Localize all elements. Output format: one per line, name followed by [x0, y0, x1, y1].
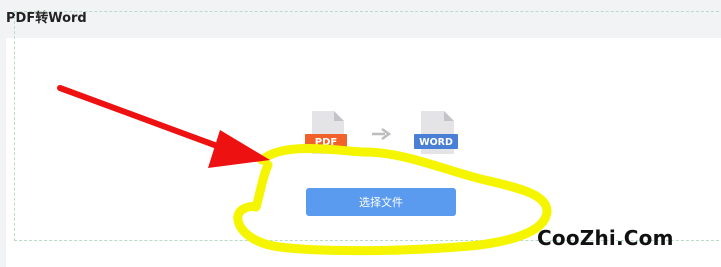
arrow-right-icon — [372, 128, 391, 140]
word-file-icon: WORD — [414, 111, 458, 154]
pdf-format-label: PDF — [315, 137, 337, 148]
watermark: CooZhi.Com — [537, 226, 674, 250]
pdf-file-icon: PDF — [305, 111, 347, 154]
word-format-label: WORD — [419, 137, 453, 148]
select-file-button[interactable]: 选择文件 — [306, 188, 456, 216]
